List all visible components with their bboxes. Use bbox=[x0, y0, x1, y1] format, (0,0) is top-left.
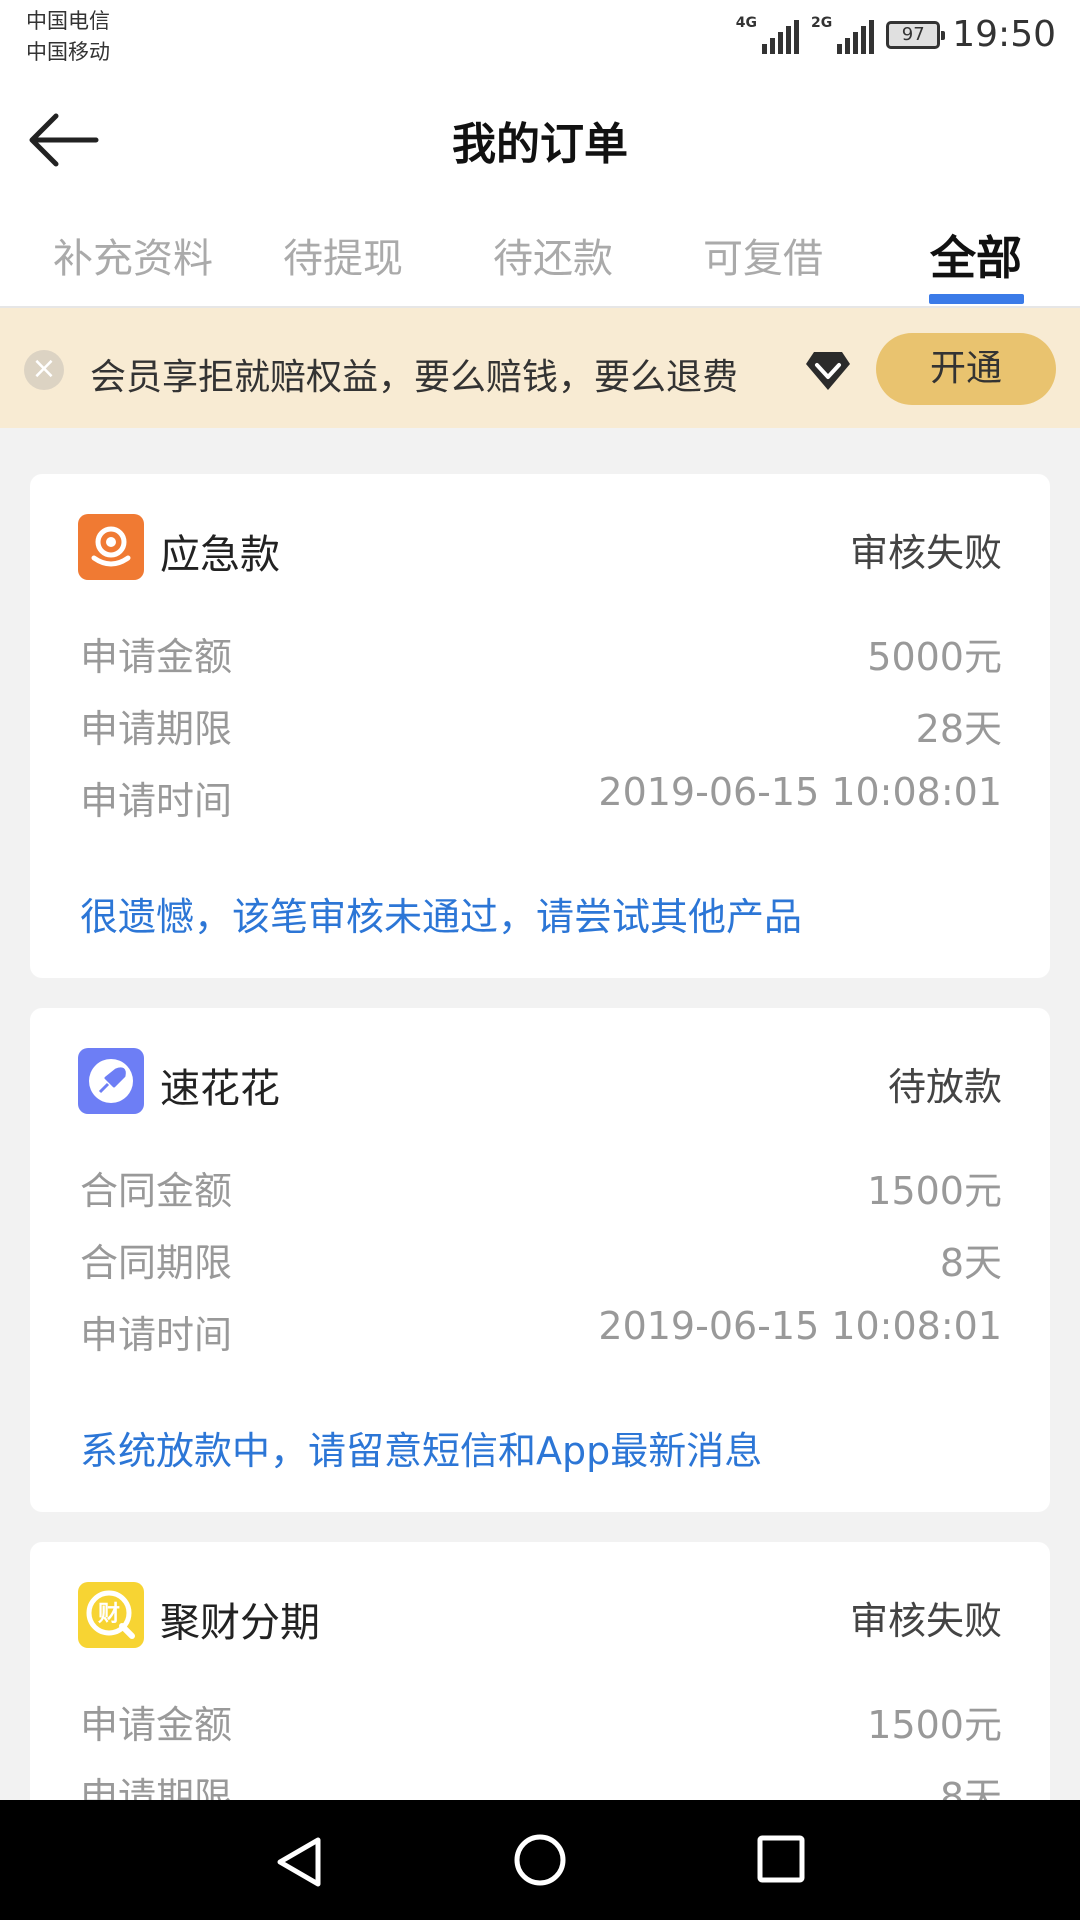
rocket-app-icon bbox=[78, 1048, 144, 1114]
row-label: 申请时间 bbox=[80, 779, 233, 823]
detail-row: 合同期限 8天 bbox=[80, 1232, 1002, 1288]
order-card[interactable]: 速花花 待放款 合同金额 1500元 合同期限 8天 申请时间 2019-06-… bbox=[30, 1008, 1050, 1512]
row-value: 5000元 bbox=[867, 635, 1002, 679]
tab-pending-withdraw[interactable]: 待提现 bbox=[243, 226, 443, 284]
product-name: 聚财分期 bbox=[160, 1600, 320, 1646]
detail-row: 申请金额 5000元 bbox=[80, 626, 1002, 682]
status-bar: 中国电信 中国移动 4G 2G 97 19:50 bbox=[0, 0, 1080, 80]
activate-button[interactable]: 开通 bbox=[876, 333, 1056, 405]
detail-row: 合同金额 1500元 bbox=[80, 1160, 1002, 1216]
row-value: 2019-06-15 10:08:01 bbox=[598, 1304, 1002, 1348]
back-triangle-icon[interactable] bbox=[272, 1834, 324, 1890]
row-label: 合同期限 bbox=[80, 1241, 233, 1285]
close-icon[interactable]: × bbox=[24, 350, 64, 390]
order-status: 审核失败 bbox=[849, 1599, 1002, 1643]
tab-reborrow[interactable]: 可复借 bbox=[663, 226, 863, 284]
svg-text:财: 财 bbox=[98, 1602, 120, 1627]
row-value: 1500元 bbox=[867, 1703, 1002, 1747]
active-tab-indicator bbox=[929, 294, 1024, 304]
detail-row: 申请时间 2019-06-15 10:08:01 bbox=[80, 770, 1002, 826]
carrier-2: 中国移动 bbox=[26, 40, 110, 64]
row-label: 申请金额 bbox=[80, 635, 233, 679]
emergency-loan-app-icon bbox=[78, 514, 144, 580]
product-name: 速花花 bbox=[160, 1066, 280, 1112]
row-label: 申请金额 bbox=[80, 1703, 233, 1747]
coin-app-icon: 财 bbox=[78, 1582, 144, 1648]
diamond-icon bbox=[806, 352, 850, 390]
carrier-info: 中国电信 中国移动 bbox=[26, 6, 110, 68]
banner-text: 会员享拒就赔权益，要么赔钱，要么退费 bbox=[90, 357, 739, 398]
order-message: 很遗憾，该笔审核未通过，请尝试其他产品 bbox=[80, 895, 803, 939]
tab-all[interactable]: 全部 bbox=[876, 222, 1076, 288]
order-status: 待放款 bbox=[887, 1065, 1002, 1109]
row-value: 2019-06-15 10:08:01 bbox=[598, 770, 1002, 814]
detail-row: 申请金额 1500元 bbox=[80, 1694, 1002, 1750]
order-card[interactable]: 应急款 审核失败 申请金额 5000元 申请期限 28天 申请时间 2019-0… bbox=[30, 474, 1050, 978]
signal-2g-icon: 2G bbox=[811, 16, 875, 54]
detail-row: 申请时间 2019-06-15 10:08:01 bbox=[80, 1304, 1002, 1360]
order-message: 系统放款中，请留意短信和App最新消息 bbox=[80, 1429, 763, 1473]
status-indicators: 4G 2G 97 19:50 bbox=[736, 14, 1056, 55]
tab-supplement[interactable]: 补充资料 bbox=[33, 226, 233, 284]
carrier-1: 中国电信 bbox=[26, 9, 110, 33]
signal-4g-icon: 4G bbox=[736, 16, 800, 54]
tab-pending-repay[interactable]: 待还款 bbox=[453, 226, 653, 284]
row-label: 合同金额 bbox=[80, 1169, 233, 1213]
order-status: 审核失败 bbox=[849, 531, 1002, 575]
battery-icon: 97 bbox=[886, 20, 946, 49]
home-circle-icon[interactable] bbox=[512, 1832, 568, 1888]
system-nav-bar bbox=[0, 1800, 1080, 1920]
row-label: 申请期限 bbox=[80, 707, 233, 751]
membership-banner: × 会员享拒就赔权益，要么赔钱，要么退费 开通 bbox=[0, 308, 1080, 428]
clock: 19:50 bbox=[952, 14, 1056, 55]
product-name: 应急款 bbox=[160, 532, 280, 578]
order-tabs: 补充资料 待提现 待还款 可复借 全部 bbox=[0, 200, 1080, 308]
row-value: 8天 bbox=[939, 1241, 1002, 1285]
app-header: 我的订单 bbox=[0, 80, 1080, 200]
recents-square-icon[interactable] bbox=[756, 1834, 806, 1884]
page-title: 我的订单 bbox=[452, 119, 628, 170]
row-label: 申请时间 bbox=[80, 1313, 233, 1357]
row-value: 1500元 bbox=[867, 1169, 1002, 1213]
detail-row: 申请期限 28天 bbox=[80, 698, 1002, 754]
row-value: 28天 bbox=[915, 707, 1002, 751]
